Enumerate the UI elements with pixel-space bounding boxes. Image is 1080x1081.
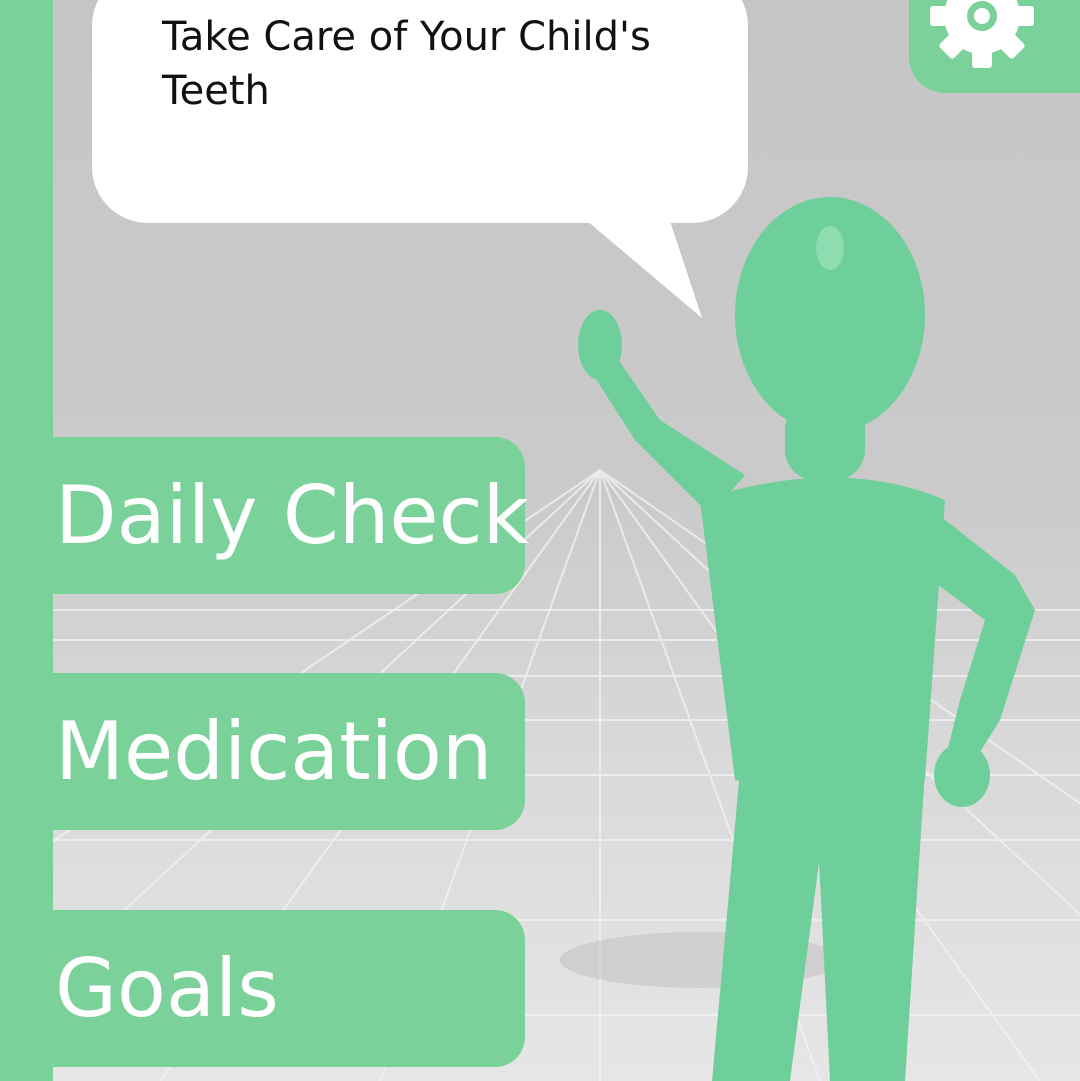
daily-check-button[interactable]: Daily Check — [53, 437, 529, 594]
speech-bubble-text: Take Care of Your Child's Teeth — [162, 14, 651, 114]
gear-icon — [930, 0, 1034, 68]
settings-button[interactable] — [909, 0, 1080, 93]
goals-button[interactable]: Goals — [53, 910, 525, 1067]
medication-button[interactable]: Medication — [53, 673, 525, 830]
